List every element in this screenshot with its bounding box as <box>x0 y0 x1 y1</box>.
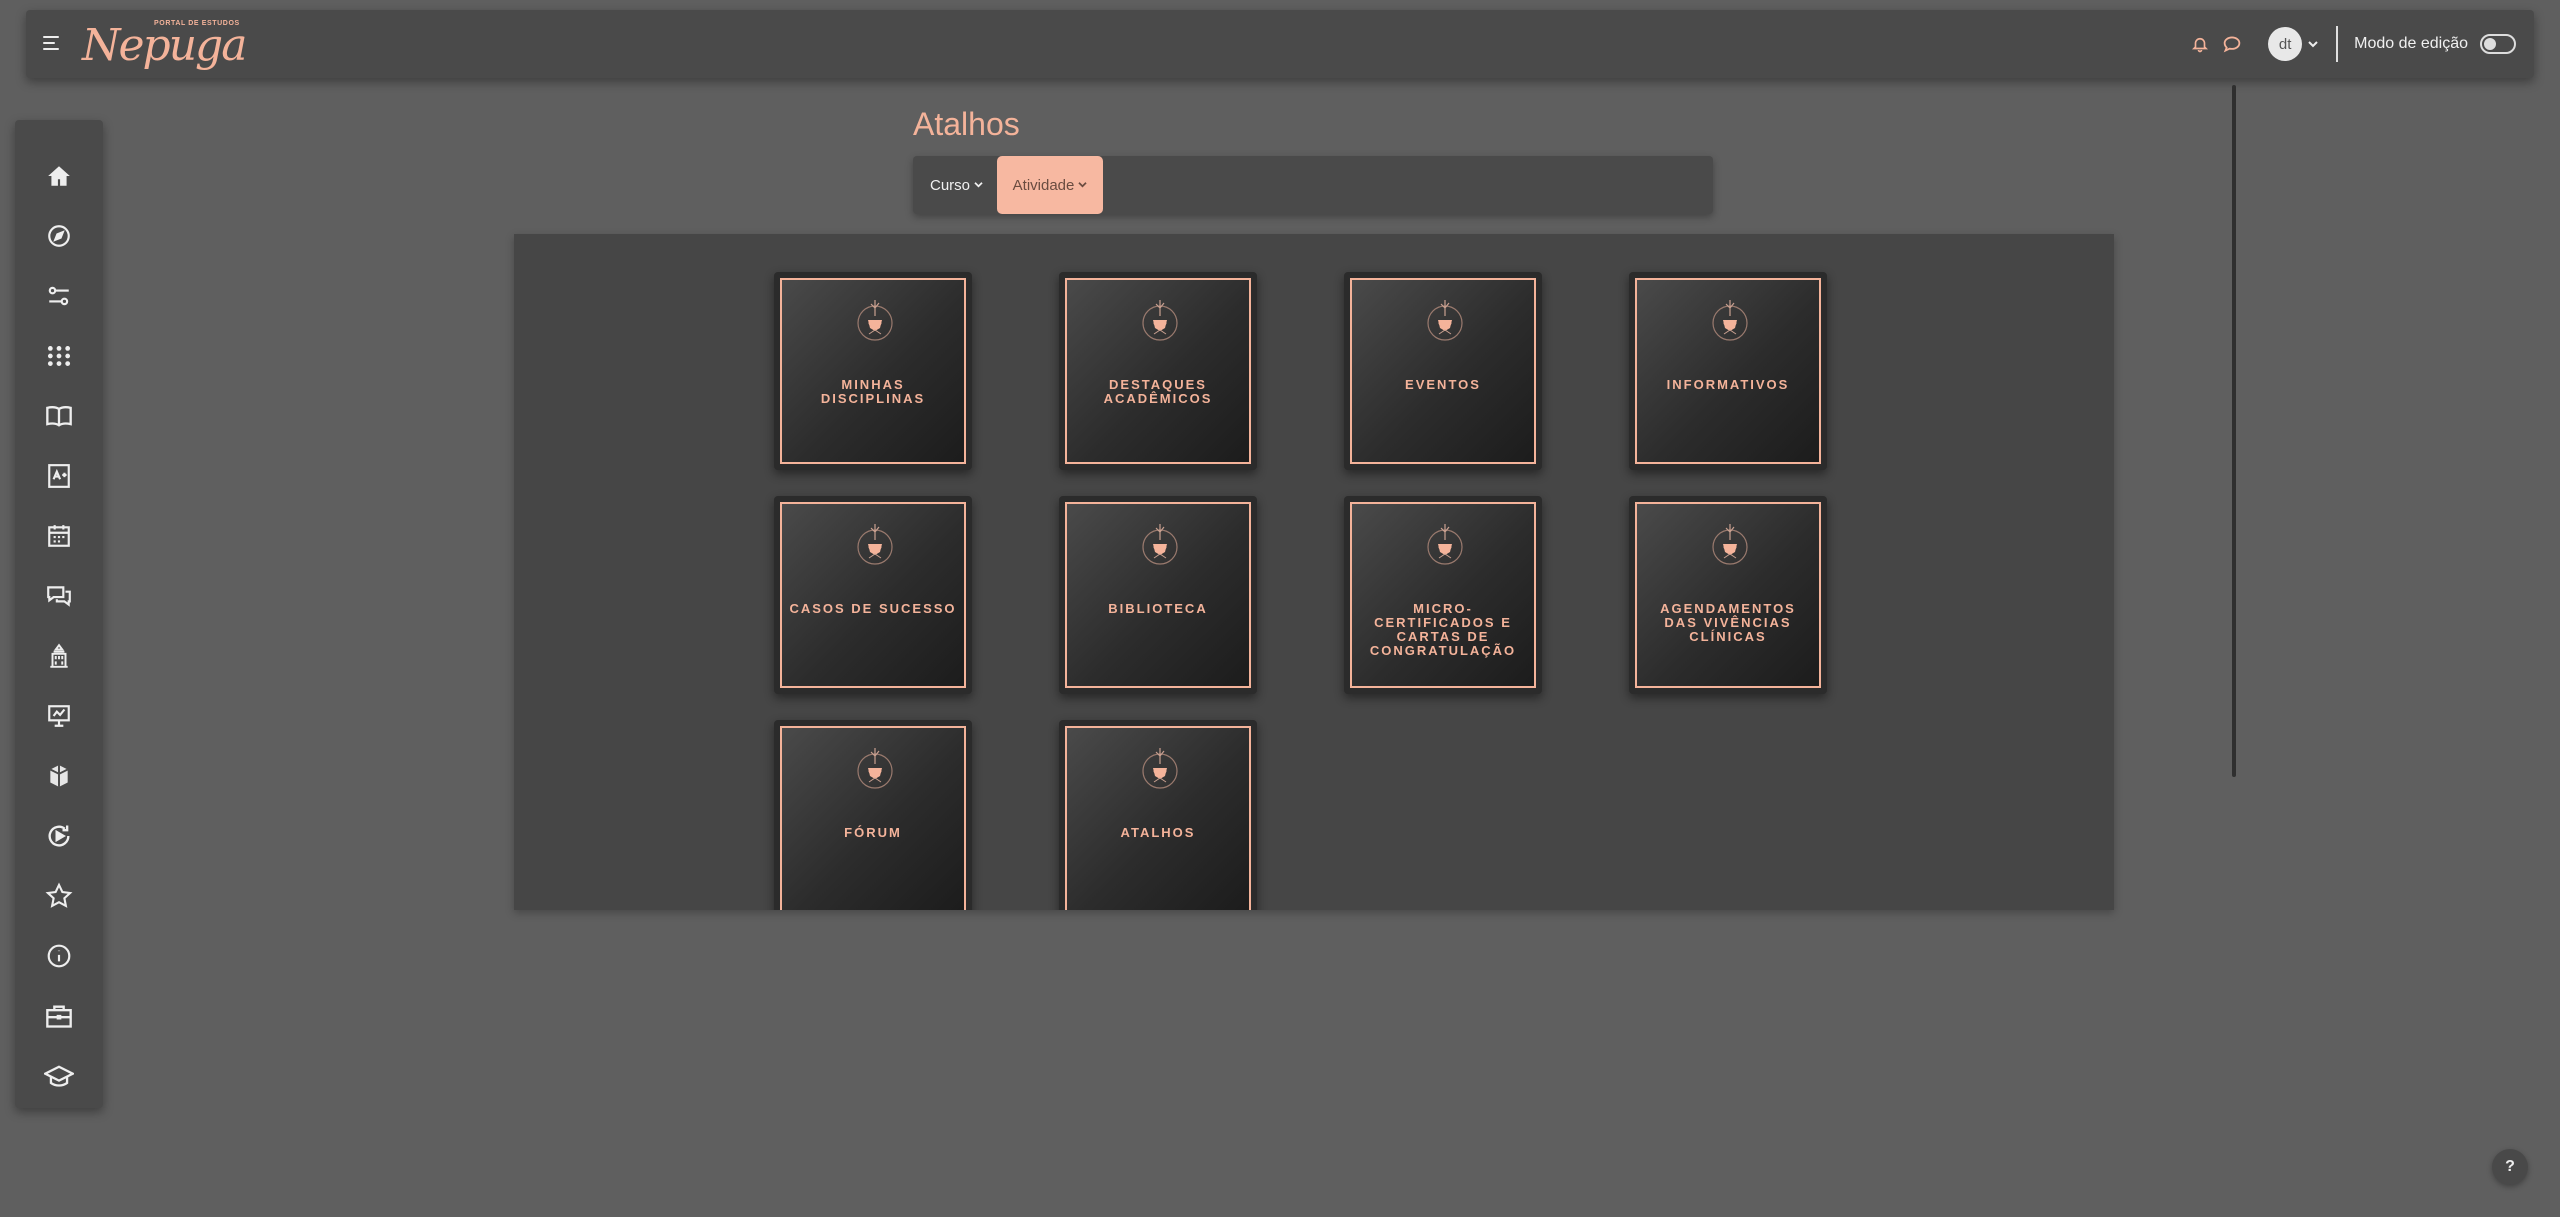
tile-emblem-icon <box>854 520 896 568</box>
shortcut-tile-frame: Agendamentos das vivências clínicas <box>1635 502 1821 688</box>
star-icon <box>45 881 73 915</box>
shortcut-tile-label: Micro-certificados e cartas de congratul… <box>1369 601 1517 658</box>
bell-icon[interactable] <box>2184 28 2216 60</box>
sidebar-item-courses[interactable] <box>15 393 103 443</box>
books-stack-icon <box>46 763 72 794</box>
graduation-cap-icon <box>42 1063 76 1094</box>
shortcut-tile[interactable]: Agendamentos das vivências clínicas <box>1629 496 1827 694</box>
tile-emblem-icon <box>1709 296 1751 344</box>
shortcut-tile-frame: Destaques Acadêmicos <box>1065 278 1251 464</box>
filter-atividade-label: Atividade <box>1012 176 1075 194</box>
shortcut-tile[interactable]: Fórum <box>774 720 972 910</box>
shortcut-tile-label: Destaques Acadêmicos <box>1103 377 1213 406</box>
tile-emblem-icon <box>1424 520 1466 568</box>
shortcut-tile-label: Minhas Disciplinas <box>820 377 926 406</box>
chevron-down-icon[interactable] <box>2308 35 2318 53</box>
shortcut-tile-label: Biblioteca <box>1108 601 1208 616</box>
shortcut-tile-label: Agendamentos das vivências clínicas <box>1660 601 1796 644</box>
shortcuts-panel: Minhas Disciplinas Destaques Acadêmicos Ev… <box>514 234 2114 910</box>
shortcut-tile[interactable]: Biblioteca <box>1059 496 1257 694</box>
sidebar-item-home[interactable] <box>15 153 103 203</box>
institution-icon <box>46 643 72 674</box>
tile-emblem-icon <box>1139 744 1181 792</box>
briefcase-icon <box>45 1003 73 1034</box>
left-sidebar <box>15 120 103 1108</box>
edit-mode-toggle[interactable] <box>2480 34 2516 54</box>
brand-logo[interactable]: PORTAL DE ESTUDOS Nepuga <box>82 18 247 72</box>
shortcut-tile-label: Fórum <box>844 825 902 840</box>
sidebar-item-settings[interactable] <box>15 273 103 323</box>
shortcut-tile[interactable]: Minhas Disciplinas <box>774 272 972 470</box>
filter-bar: Curso Atividade <box>913 156 1713 214</box>
top-navbar: PORTAL DE ESTUDOS Nepuga dt Modo de ediç… <box>26 10 2534 78</box>
filter-curso-label: Curso <box>930 176 971 194</box>
sidebar-item-institution[interactable] <box>15 633 103 683</box>
sidebar-item-career[interactable] <box>15 993 103 1043</box>
menu-icon[interactable] <box>40 30 66 56</box>
shortcut-tile-frame: Eventos <box>1350 278 1536 464</box>
sidebar-item-info[interactable] <box>15 933 103 983</box>
sidebar-item-graduation[interactable] <box>15 1053 103 1103</box>
filter-atividade-dropdown[interactable]: Atividade <box>997 156 1103 214</box>
shortcut-tile[interactable]: Micro-certificados e cartas de congratul… <box>1344 496 1542 694</box>
brand-name: Nepuga <box>82 20 247 71</box>
sidebar-item-videos[interactable] <box>15 813 103 863</box>
sidebar-item-explore[interactable] <box>15 213 103 263</box>
avatar[interactable]: dt <box>2268 27 2303 61</box>
shortcut-tile-label: Atalhos <box>1120 825 1196 840</box>
shortcut-tile-frame: Casos de Sucesso <box>780 502 966 688</box>
tile-emblem-icon <box>1424 296 1466 344</box>
info-icon <box>46 943 72 974</box>
chevron-down-icon <box>1078 180 1087 191</box>
tile-emblem-icon <box>854 296 896 344</box>
tile-emblem-icon <box>1139 520 1181 568</box>
help-button[interactable]: ? <box>2492 1149 2528 1185</box>
sidebar-item-presentations[interactable] <box>15 693 103 743</box>
shortcut-tile[interactable]: Informativos <box>1629 272 1827 470</box>
presentation-icon <box>46 703 72 734</box>
sliders-icon <box>46 283 72 314</box>
user-menu[interactable]: dt <box>2268 27 2318 61</box>
edit-mode-label: Modo de edição <box>2354 35 2468 52</box>
sidebar-item-favorites[interactable] <box>15 873 103 923</box>
sidebar-item-calendar[interactable] <box>15 513 103 563</box>
page-title: Atalhos <box>913 106 1020 142</box>
shortcut-tile-label: Informativos <box>1666 377 1790 392</box>
grades-icon <box>47 463 71 494</box>
book-icon <box>45 403 73 434</box>
shortcut-tile[interactable]: Eventos <box>1344 272 1542 470</box>
sidebar-item-messages[interactable] <box>15 573 103 623</box>
messages-icon <box>45 583 73 614</box>
shortcut-tile-label: Casos de Sucesso <box>789 601 957 616</box>
shortcut-tile-frame: Fórum <box>780 726 966 910</box>
home-icon <box>46 163 72 194</box>
tile-emblem-icon <box>1709 520 1751 568</box>
filter-curso-dropdown[interactable]: Curso <box>913 156 997 214</box>
navbar-divider <box>2336 26 2339 62</box>
calendar-icon <box>46 523 72 554</box>
tile-emblem-icon <box>854 744 896 792</box>
shortcut-tile[interactable]: Atalhos <box>1059 720 1257 910</box>
compass-icon <box>46 223 72 254</box>
shortcut-tile-frame: Biblioteca <box>1065 502 1251 688</box>
sidebar-item-library[interactable] <box>15 753 103 803</box>
shortcut-tile-frame: Minhas Disciplinas <box>780 278 966 464</box>
shortcut-tile-frame: Micro-certificados e cartas de congratul… <box>1350 502 1536 688</box>
apps-grid-icon <box>46 343 72 374</box>
chevron-down-icon <box>974 180 983 191</box>
shortcut-tile[interactable]: Casos de Sucesso <box>774 496 972 694</box>
shortcut-tile-frame: Atalhos <box>1065 726 1251 910</box>
shortcut-tile[interactable]: Destaques Acadêmicos <box>1059 272 1257 470</box>
shortcut-tile-label: Eventos <box>1405 377 1481 392</box>
main-scrollbar[interactable] <box>2232 85 2236 777</box>
tile-emblem-icon <box>1139 296 1181 344</box>
sidebar-item-grades[interactable] <box>15 453 103 503</box>
shortcut-tile-frame: Informativos <box>1635 278 1821 464</box>
chat-bubble-icon[interactable] <box>2216 28 2248 60</box>
sidebar-item-apps[interactable] <box>15 333 103 383</box>
play-circle-icon <box>45 822 73 855</box>
